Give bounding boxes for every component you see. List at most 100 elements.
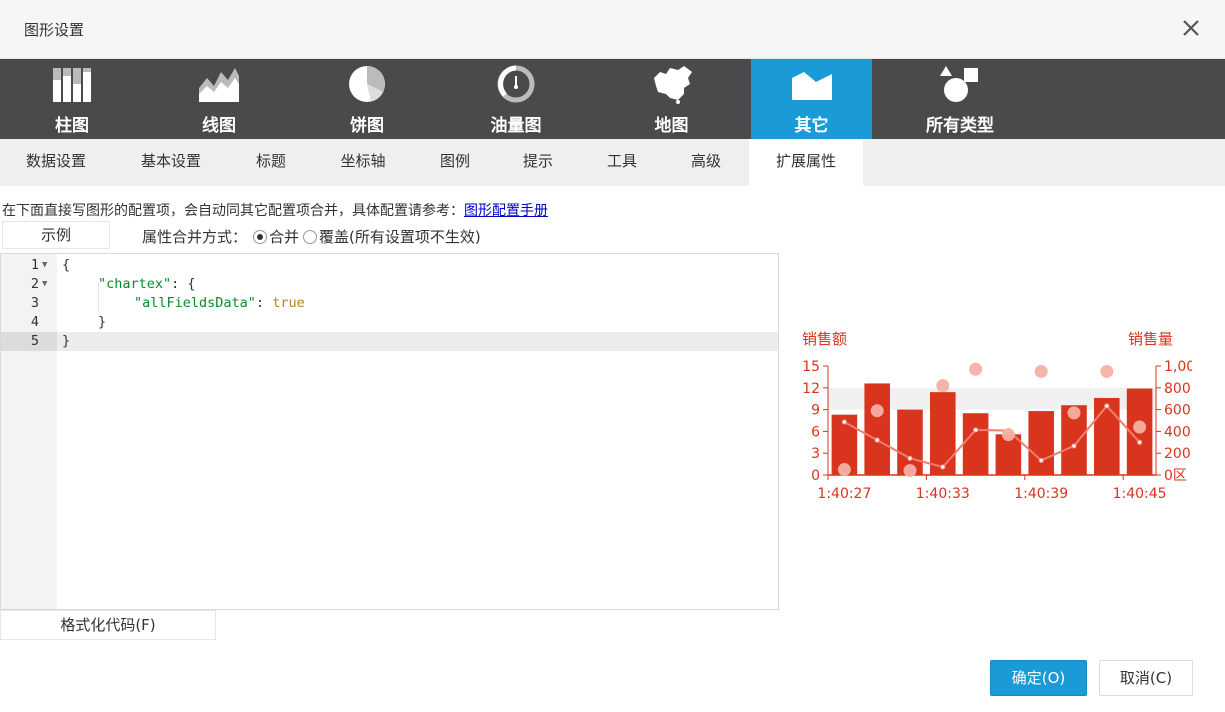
line-number: 2 — [30, 276, 39, 292]
pie-chart-icon — [349, 66, 385, 102]
chart-type-gauge[interactable]: 油量图 — [440, 59, 592, 139]
code-text: } — [98, 314, 107, 330]
tab-axis[interactable]: 坐标轴 — [312, 139, 414, 186]
code-text: "chartex": { — [98, 275, 196, 294]
chart-type-map[interactable]: 地图 — [592, 59, 751, 139]
china-map-icon — [653, 66, 692, 104]
left-tick-label: 15 — [802, 359, 820, 375]
line-point — [972, 427, 979, 433]
left-tick-label: 0 — [811, 468, 820, 484]
code-text: } — [62, 333, 71, 349]
tab-legend[interactable]: 图例 — [414, 139, 496, 186]
chart-type-bar[interactable]: 柱图 — [0, 59, 144, 139]
ok-button[interactable]: 确定(O) — [990, 660, 1087, 696]
code-key: "allFieldsData" — [134, 295, 256, 311]
override-option-label[interactable]: 覆盖(所有设置项不生效) — [319, 226, 481, 247]
left-tick-label: 6 — [811, 424, 820, 440]
bar-mark — [864, 383, 890, 475]
code-text: "allFieldsData": true — [134, 294, 305, 313]
chart-type-label: 其它 — [794, 116, 829, 136]
code-line: 2 ▼ "chartex": { — [1, 275, 778, 294]
scatter-point — [1034, 364, 1048, 378]
dialog-header: 图形设置 — [0, 0, 1225, 59]
tab-extended-properties[interactable]: 扩展属性 — [749, 139, 863, 186]
line-number: 4 — [30, 314, 39, 330]
chart-type-pie[interactable]: 饼图 — [294, 59, 440, 139]
tab-tools[interactable]: 工具 — [580, 139, 664, 186]
tab-title[interactable]: 标题 — [230, 139, 312, 186]
tab-data-settings[interactable]: 数据设置 — [0, 139, 112, 186]
gauge-icon — [497, 65, 535, 103]
fold-arrow-icon[interactable]: ▼ — [42, 275, 47, 294]
intro-description: 在下面直接写图形的配置项，会自动同其它配置项合并，具体配置请参考： — [2, 203, 464, 219]
code-line-current: 5 } — [1, 332, 778, 351]
left-tick-label: 3 — [811, 446, 820, 462]
line-point — [1104, 403, 1110, 409]
line-number: 3 — [30, 295, 39, 311]
chart-type-label: 所有类型 — [926, 116, 994, 136]
merge-mode-label: 属性合并方式： — [142, 228, 248, 246]
code-line: 3 "allFieldsData": true — [1, 294, 778, 313]
code-editor[interactable]: 1 ▼ { 2 ▼ "chartex": { 3 "allFieldsData"… — [0, 253, 779, 610]
line-number: 1 — [30, 257, 39, 273]
line-number: 5 — [1, 332, 39, 351]
right-tick-label: 1,00 — [1164, 359, 1192, 375]
code-line: 1 ▼ { — [1, 256, 778, 275]
line-point — [940, 464, 946, 470]
line-point — [874, 437, 880, 443]
scatter-point — [870, 404, 884, 418]
line-point — [907, 455, 913, 461]
line-point — [1136, 439, 1143, 446]
x-tick-label: 1:40:45 — [1113, 486, 1167, 502]
right-tick-label: 800 — [1164, 381, 1191, 397]
override-radio[interactable] — [303, 229, 318, 244]
right-tick-label: 0区 — [1164, 468, 1187, 484]
right-tick-label: 400 — [1164, 424, 1191, 440]
code-key: "chartex" — [98, 276, 172, 292]
tab-tooltip[interactable]: 提示 — [496, 139, 580, 186]
right-tick-label: 200 — [1164, 446, 1191, 462]
chart-type-toolbar: 柱图 线图 饼图 油量图 地图 其它 所有类型 — [0, 59, 1225, 139]
chart-type-line[interactable]: 线图 — [144, 59, 294, 139]
line-point — [1071, 443, 1077, 449]
intro-text: 在下面直接写图形的配置项，会自动同其它配置项合并，具体配置请参考：图形配置手册 — [2, 200, 548, 220]
x-tick-label: 1:40:33 — [916, 486, 970, 502]
chart-type-all[interactable]: 所有类型 — [872, 59, 1048, 139]
chart-type-label: 饼图 — [350, 116, 384, 136]
cancel-button[interactable]: 取消(C) — [1099, 660, 1193, 696]
x-tick-label: 1:40:27 — [817, 486, 871, 502]
format-code-button[interactable]: 格式化代码(F) — [0, 610, 216, 640]
code-punct: : — [255, 295, 273, 311]
right-tick-label: 600 — [1164, 403, 1191, 419]
close-icon[interactable] — [1179, 16, 1203, 40]
scatter-point — [1133, 420, 1147, 434]
chart-type-label: 柱图 — [55, 116, 89, 136]
left-tick-label: 9 — [811, 403, 820, 419]
bar-mark — [930, 392, 956, 475]
chart-type-label: 油量图 — [490, 116, 542, 136]
fold-arrow-icon[interactable]: ▼ — [42, 256, 47, 275]
merge-radio[interactable] — [253, 229, 268, 244]
settings-tabs: 数据设置 基本设置 标题 坐标轴 图例 提示 工具 高级 扩展属性 — [0, 139, 1225, 186]
tab-advanced[interactable]: 高级 — [664, 139, 748, 186]
left-tick-label: 12 — [802, 381, 820, 397]
line-point — [841, 419, 848, 425]
scatter-point — [1067, 406, 1081, 420]
scatter-point — [903, 464, 917, 478]
tab-basic-settings[interactable]: 基本设置 — [112, 139, 230, 186]
bar-mark — [1028, 411, 1054, 475]
dialog-title: 图形设置 — [24, 21, 85, 39]
code-punct: : { — [171, 276, 196, 292]
chart-manual-link[interactable]: 图形配置手册 — [464, 203, 548, 219]
bar-chart-icon — [53, 68, 91, 102]
other-chart-icon — [791, 72, 832, 100]
scatter-point — [837, 463, 851, 477]
chart-type-other[interactable]: 其它 — [751, 59, 872, 139]
merge-option-label[interactable]: 合并 — [269, 226, 299, 247]
right-axis-title: 销售量 — [1128, 330, 1173, 348]
scatter-point — [1001, 428, 1015, 442]
scatter-point — [969, 362, 983, 376]
bar-mark — [1094, 397, 1120, 475]
shapes-icon — [940, 66, 978, 102]
example-button[interactable]: 示例 — [2, 221, 110, 249]
